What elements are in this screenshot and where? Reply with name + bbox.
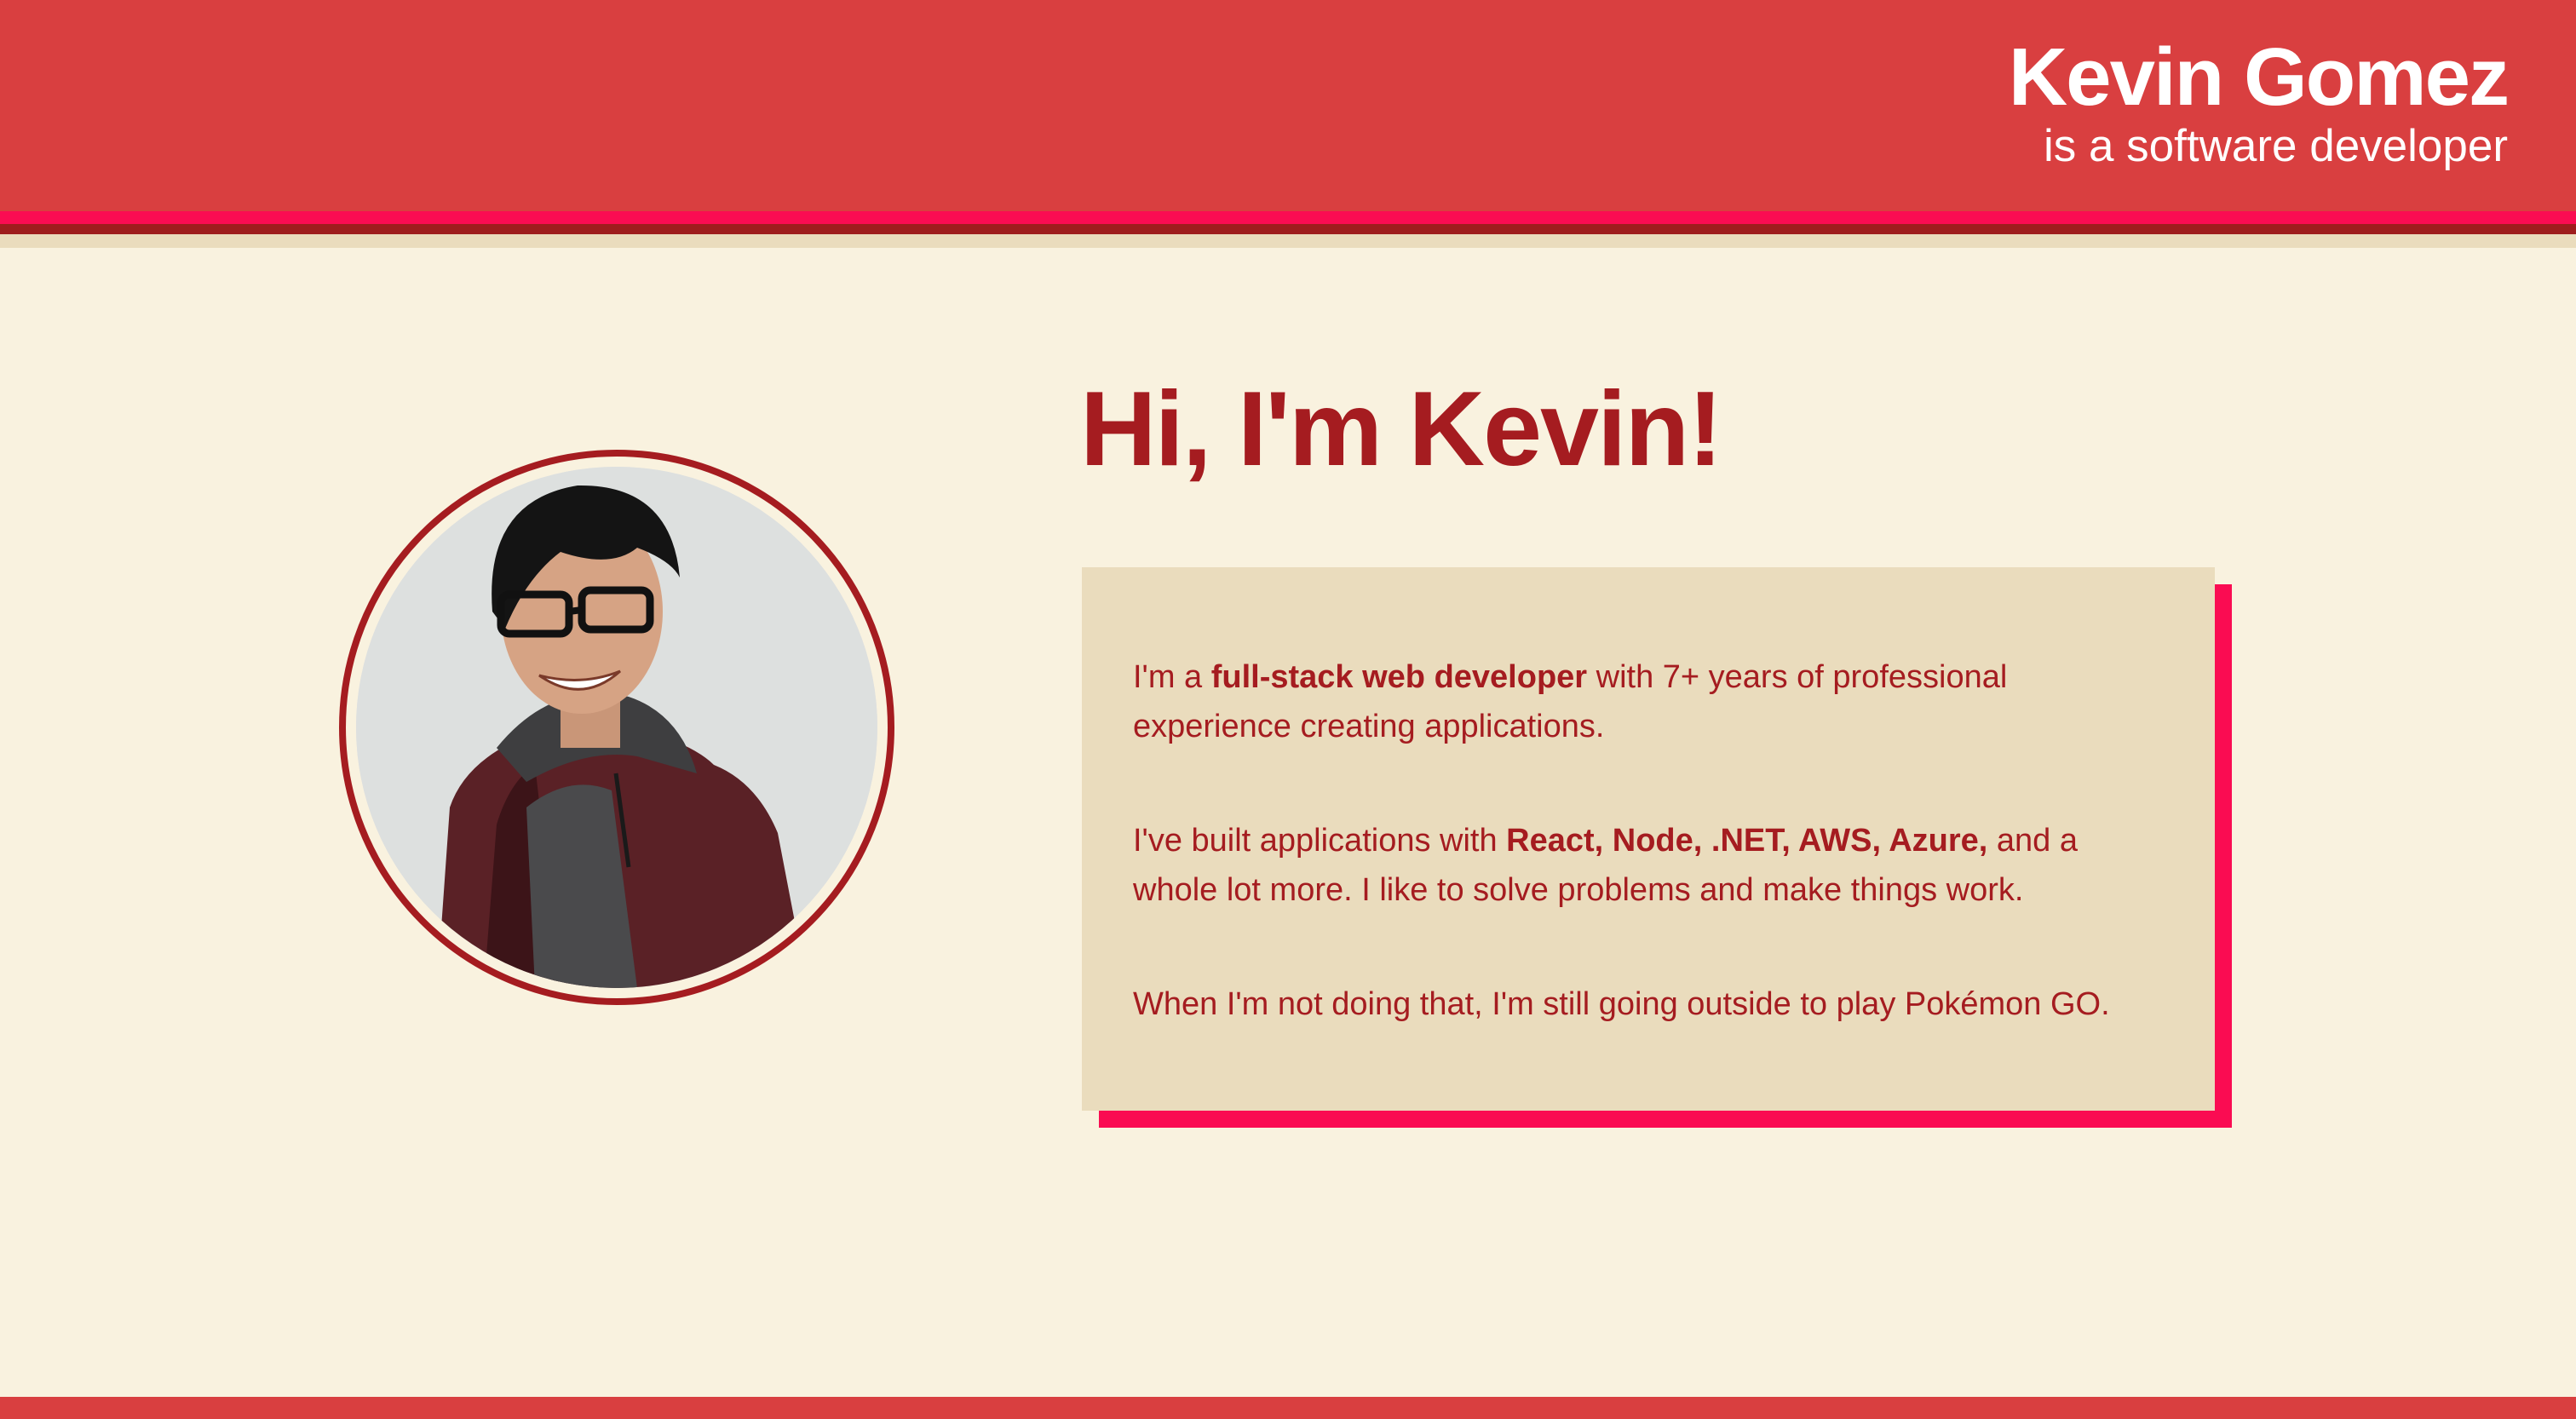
header-stripe-dark [0, 224, 2576, 234]
highlight-tech: React, Node, .NET, AWS, Azure, [1506, 823, 1988, 859]
highlight-role: full-stack web developer [1210, 659, 1588, 695]
site-header: Kevin Gomez is a software developer [0, 0, 2576, 211]
brand: Kevin Gomez is a software developer [2009, 31, 2510, 172]
avatar-illustration [356, 467, 877, 988]
header-stripe-tan [0, 234, 2576, 248]
header-stripe-accent [0, 211, 2576, 224]
avatar [356, 467, 877, 988]
intro-paragraph-2: I've built applications with React, Node… [1133, 823, 2078, 908]
site-tagline: is a software developer [2043, 121, 2508, 171]
site-footer [0, 1397, 2576, 1419]
intro-paragraph-3: When I'm not doing that, I'm still going… [1133, 986, 2110, 1022]
site-title[interactable]: Kevin Gomez [2009, 31, 2510, 124]
intro-card: I'm a full-stack web developer with 7+ y… [1082, 567, 2215, 1111]
intro-paragraph-1: I'm a full-stack web developer with 7+ y… [1133, 659, 2008, 744]
page: Kevin Gomez is a software developer Hi, … [0, 0, 2576, 1419]
intro-heading: Hi, I'm Kevin! [1080, 371, 1723, 488]
